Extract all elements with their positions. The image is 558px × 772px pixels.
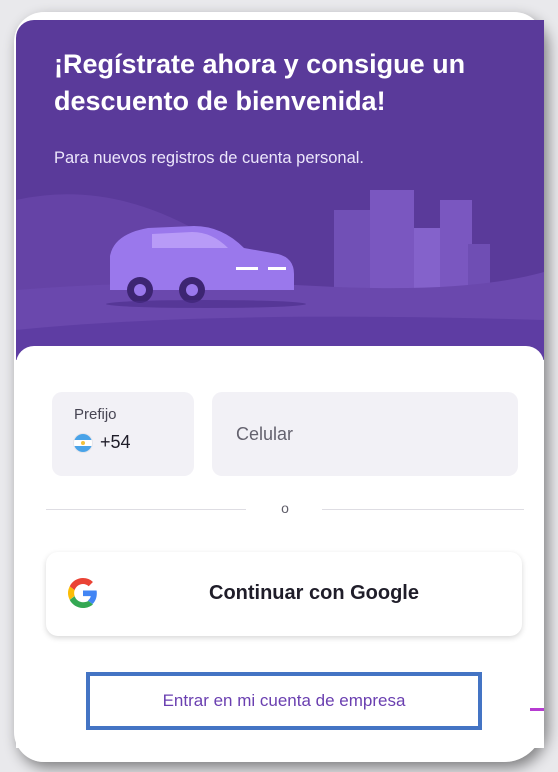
phone-field <box>212 392 518 476</box>
promo-subtitle: Para nuevos registros de cuenta personal… <box>54 149 365 167</box>
country-prefix-selector[interactable]: Prefijo +54 <box>52 392 194 476</box>
divider-text: o <box>281 500 289 516</box>
promo-banner: ¡Regístrate ahora y consigue un descuent… <box>16 20 544 360</box>
signup-card: Prefijo +54 o Continuar con Google Entra… <box>16 346 544 748</box>
argentina-flag-icon <box>74 434 92 452</box>
phone-input[interactable] <box>212 392 518 476</box>
google-icon <box>68 578 97 608</box>
business-account-link[interactable]: Entrar en mi cuenta de empresa <box>86 672 482 730</box>
signup-screen: ¡Regístrate ahora y consigue un descuent… <box>16 20 544 748</box>
google-button-label: Continuar con Google <box>209 582 419 604</box>
prefix-label: Prefijo <box>74 406 117 423</box>
promo-title: ¡Regístrate ahora y consigue un descuent… <box>54 49 466 116</box>
car-city-illustration <box>16 190 544 360</box>
or-divider: o <box>46 500 524 520</box>
google-signin-button[interactable]: Continuar con Google <box>46 552 522 636</box>
divider-line <box>322 509 524 510</box>
accent-mark <box>530 708 544 711</box>
prefix-code: +54 <box>100 432 131 452</box>
